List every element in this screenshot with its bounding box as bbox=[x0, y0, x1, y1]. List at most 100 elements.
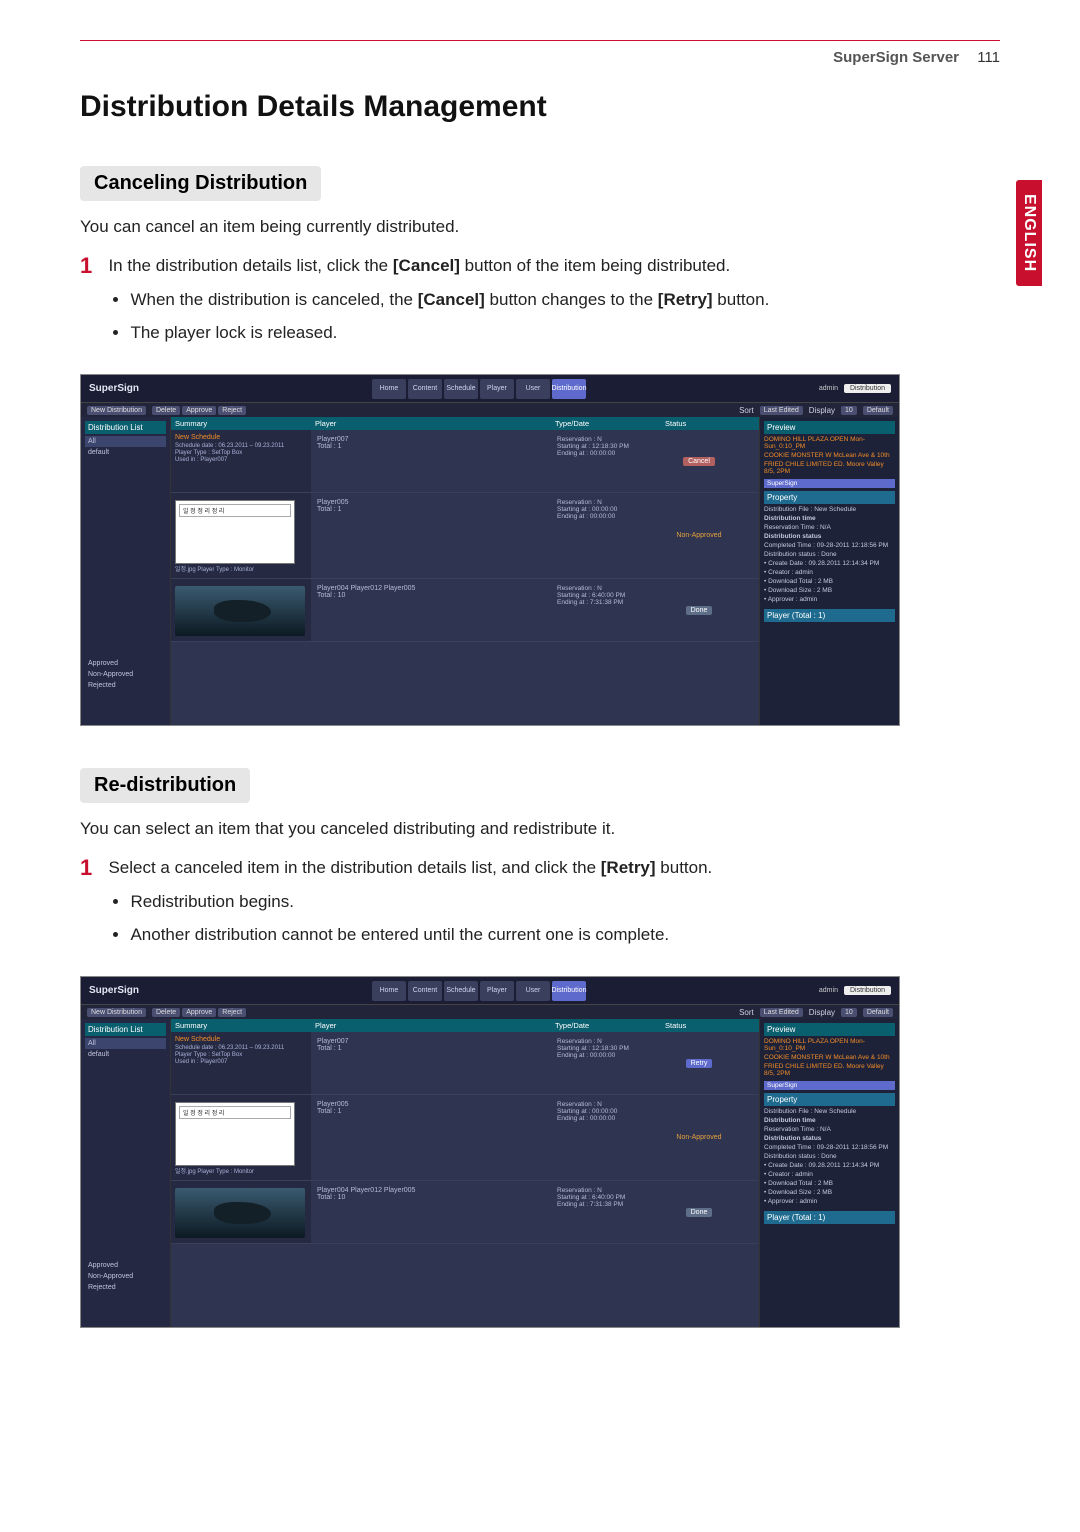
approve-button-2[interactable]: Approve bbox=[182, 1008, 216, 1017]
row1b-total: Total : 1 bbox=[317, 1045, 545, 1052]
row2-end: Ending at : 00:00:00 bbox=[557, 513, 655, 520]
row1-total: Total : 1 bbox=[317, 443, 545, 450]
left-default[interactable]: default bbox=[85, 447, 166, 458]
row1-player: Player007 bbox=[317, 436, 545, 443]
menu-schedule[interactable]: Schedule bbox=[444, 379, 478, 399]
new-distribution-button-2[interactable]: New Distribution bbox=[87, 1008, 146, 1017]
menu-player[interactable]: Player bbox=[480, 379, 514, 399]
menu-home[interactable]: Home bbox=[372, 379, 406, 399]
row2-start: Starting at : 00:00:00 bbox=[557, 506, 655, 513]
col-typedate-2: Type/Date bbox=[551, 1019, 661, 1032]
display-label: Display bbox=[809, 406, 835, 415]
page-number: 111 bbox=[977, 49, 1000, 66]
delete-button[interactable]: Delete bbox=[152, 406, 180, 415]
step-2-text: Select a canceled item in the distributi… bbox=[108, 855, 998, 954]
row2b-total: Total : 1 bbox=[317, 1108, 545, 1115]
display-select-2[interactable]: 10 bbox=[841, 1008, 857, 1017]
app-topbar: SuperSign Home Content Schedule Player U… bbox=[81, 375, 899, 403]
menu-player-2[interactable]: Player bbox=[480, 981, 514, 1001]
menu-user[interactable]: User bbox=[516, 379, 550, 399]
search-box[interactable]: Distribution bbox=[844, 384, 891, 393]
left-panel: Distribution List All default Approved N… bbox=[81, 417, 171, 725]
app-subbar-2: New Distribution Delete Approve Reject S… bbox=[81, 1005, 899, 1019]
step-1-bullet-2: The player lock is released. bbox=[130, 320, 998, 346]
default-select[interactable]: Default bbox=[863, 406, 893, 415]
sort-select-2[interactable]: Last Edited bbox=[760, 1008, 803, 1017]
prop-disttime-2: Distribution time bbox=[764, 1117, 895, 1124]
promo3-2: FRIED CHILE LIMITED ED. Moore Valley 8/5… bbox=[764, 1063, 895, 1077]
row3b-thumbnail bbox=[175, 1188, 305, 1238]
display-label-2: Display bbox=[809, 1008, 835, 1017]
menu-content[interactable]: Content bbox=[408, 379, 442, 399]
prop-distfile-2: Distribution File : New Schedule bbox=[764, 1108, 895, 1115]
app-subbar: New Distribution Delete Approve Reject S… bbox=[81, 403, 899, 417]
reject-button-2[interactable]: Reject bbox=[218, 1008, 246, 1017]
approve-button[interactable]: Approve bbox=[182, 406, 216, 415]
app-logo-2: SuperSign bbox=[89, 985, 139, 996]
left-approved[interactable]: Approved bbox=[85, 658, 166, 669]
page-title: Distribution Details Management bbox=[80, 90, 1000, 124]
menu-content-2[interactable]: Content bbox=[408, 981, 442, 1001]
reject-button[interactable]: Reject bbox=[218, 406, 246, 415]
table-row[interactable]: 일 정 정 리 정 리 일정.jpg Player Type : Monitor… bbox=[171, 1095, 759, 1181]
menu-distribution-2[interactable]: Distribution bbox=[552, 981, 586, 1001]
row2b-footer: 일정.jpg Player Type : Monitor bbox=[175, 1169, 307, 1176]
property-head: Property bbox=[764, 491, 895, 504]
section-redist-heading: Re-distribution bbox=[80, 768, 250, 803]
center-panel-2: Summary Player Type/Date Status New Sche… bbox=[171, 1019, 759, 1327]
table-row[interactable]: Player004 Player012 Player005 Total : 10… bbox=[171, 579, 759, 642]
search-box-2[interactable]: Distribution bbox=[844, 986, 891, 995]
b1-bold1: [Cancel] bbox=[418, 290, 485, 309]
section-canceling-heading: Canceling Distribution bbox=[80, 166, 321, 201]
delete-button-2[interactable]: Delete bbox=[152, 1008, 180, 1017]
player-total-head-2: Player (Total : 1) bbox=[764, 1211, 895, 1224]
cancel-button[interactable]: Cancel bbox=[683, 457, 715, 466]
left-all-2[interactable]: All bbox=[85, 1038, 166, 1049]
row2-total: Total : 1 bbox=[317, 506, 545, 513]
row1b-start: Starting at : 12:18:30 PM bbox=[557, 1045, 655, 1052]
left-rejected[interactable]: Rejected bbox=[85, 680, 166, 691]
left-all[interactable]: All bbox=[85, 436, 166, 447]
player-total-head: Player (Total : 1) bbox=[764, 609, 895, 622]
table-row[interactable]: 일 정 정 리 정 리 일정.jpg Player Type : Monitor… bbox=[171, 493, 759, 579]
row3b-start: Starting at : 6:40:00 PM bbox=[557, 1194, 655, 1201]
step-1-bullet-1: When the distribution is canceled, the [… bbox=[130, 287, 998, 313]
supersign-badge: SuperSign bbox=[764, 479, 895, 488]
row3-total: Total : 10 bbox=[317, 592, 545, 599]
prop-dlsize: • Download Size : 2 MB bbox=[764, 587, 895, 594]
default-select-2[interactable]: Default bbox=[863, 1008, 893, 1017]
left-approved-2[interactable]: Approved bbox=[85, 1260, 166, 1271]
user-admin: admin bbox=[819, 385, 838, 392]
left-nonapproved-2[interactable]: Non-Approved bbox=[85, 1271, 166, 1282]
col-player: Player bbox=[311, 417, 551, 430]
left-default-2[interactable]: default bbox=[85, 1049, 166, 1060]
left-rejected-2[interactable]: Rejected bbox=[85, 1282, 166, 1293]
prop-diststatus-val: Distribution status : Done bbox=[764, 551, 895, 558]
sort-select[interactable]: Last Edited bbox=[760, 406, 803, 415]
row1b-end: Ending at : 00:00:00 bbox=[557, 1052, 655, 1059]
row2b-start: Starting at : 00:00:00 bbox=[557, 1108, 655, 1115]
row3-thumbnail bbox=[175, 586, 305, 636]
left-nonapproved[interactable]: Non-Approved bbox=[85, 669, 166, 680]
preview-head-2: Preview bbox=[764, 1023, 895, 1036]
table-row[interactable]: New Schedule Schedule date : 06.23.2011 … bbox=[171, 430, 759, 493]
retry-button[interactable]: Retry bbox=[686, 1059, 713, 1068]
table-row[interactable]: Player004 Player012 Player005 Total : 10… bbox=[171, 1181, 759, 1244]
row2-slide: 일 정 정 리 정 리 bbox=[175, 500, 295, 564]
table-row[interactable]: New Schedule Schedule date : 06.23.2011 … bbox=[171, 1032, 759, 1095]
prop-completed-2: Completed Time : 09-28-2011 12:18:56 PM bbox=[764, 1144, 895, 1151]
new-distribution-button[interactable]: New Distribution bbox=[87, 406, 146, 415]
row1-start: Starting at : 12:18:30 PM bbox=[557, 443, 655, 450]
prop-diststatus-val-2: Distribution status : Done bbox=[764, 1153, 895, 1160]
menu-distribution[interactable]: Distribution bbox=[552, 379, 586, 399]
row3-start: Starting at : 6:40:00 PM bbox=[557, 592, 655, 599]
prop-approver-2: • Approver : admin bbox=[764, 1198, 895, 1205]
prop-disttime: Distribution time bbox=[764, 515, 895, 522]
app-main-menu-2: Home Content Schedule Player User Distri… bbox=[372, 981, 586, 1001]
menu-user-2[interactable]: User bbox=[516, 981, 550, 1001]
menu-schedule-2[interactable]: Schedule bbox=[444, 981, 478, 1001]
promo3: FRIED CHILE LIMITED ED. Moore Valley 8/5… bbox=[764, 461, 895, 475]
display-select[interactable]: 10 bbox=[841, 406, 857, 415]
row1b-player: Player007 bbox=[317, 1038, 545, 1045]
menu-home-2[interactable]: Home bbox=[372, 981, 406, 1001]
